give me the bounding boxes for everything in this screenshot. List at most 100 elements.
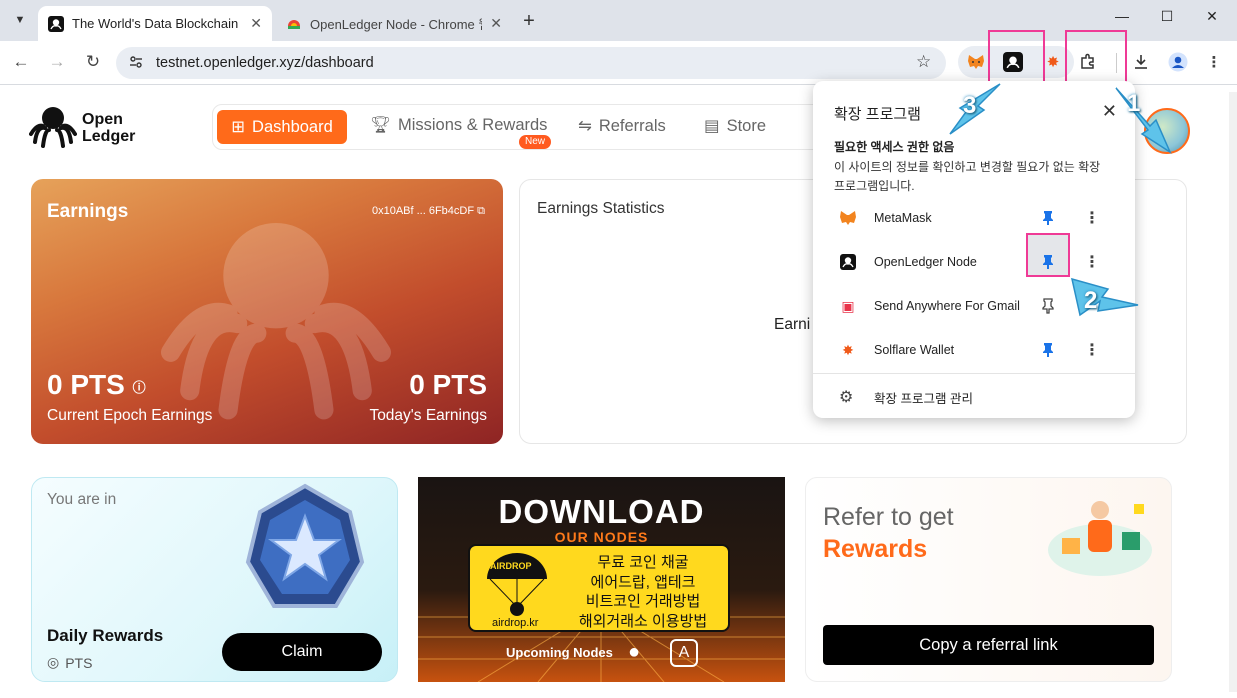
profile-avatar-icon[interactable] [1166,50,1190,74]
pts-coin-icon: ◎ [47,654,60,670]
promo-line: 무료 코인 채굴 [597,554,689,571]
reload-button[interactable]: ↻ [81,52,105,74]
annotation-number-2: 2 [1084,287,1098,314]
airdrop-logo-label: AIRDROP [490,561,532,571]
referral-line2: Rewards [823,535,928,563]
annotation-arrow-2 [1070,277,1139,317]
download-icon[interactable] [1129,50,1153,74]
download-banner[interactable]: DOWNLOAD OUR NODES AIRDROP airdrop.kr 무료… [418,477,785,682]
notice-body: 이 사이트의 정보를 확인하고 변경할 필요가 없는 확장 프로그램입니다. [834,160,1101,193]
logo-line1: Open [82,111,123,128]
openledger-icon [840,254,856,270]
promo-line: 비트코인 거래방법 [585,593,701,610]
minimize-button[interactable]: — [1107,8,1137,32]
promo-line: 해외거래소 이용방법 [578,612,708,630]
openledger-logo-icon[interactable] [29,104,77,153]
nav-referrals-label: Referrals [598,116,666,135]
daily-status-text: You are in [47,491,117,508]
tab-chrome-webstore[interactable]: OpenLedger Node - Chrome 웹 ✕ [276,6,512,41]
pin-icon[interactable] [1039,209,1057,227]
popup-divider [813,373,1135,374]
extension-name: OpenLedger Node [874,255,977,269]
site-info-icon[interactable] [127,54,145,72]
daily-pts-label: PTS [65,654,93,671]
today-label: Today's Earnings [369,407,487,424]
nav-dashboard-label: Dashboard [252,117,333,136]
tab-search-button[interactable]: ▼ [8,8,32,32]
metamask-icon [837,207,859,229]
pin-icon[interactable] [1039,341,1057,359]
logo-wordmark[interactable]: Open Ledger [82,111,135,145]
trophy-icon: 🏆︎ [370,116,391,134]
wallet-address[interactable]: 0x10ABf ... 6Fb4cDF ⧉ [372,205,485,218]
new-tab-button[interactable]: + [517,10,541,33]
daily-pts: ◎ PTS [47,654,92,671]
maximize-button[interactable]: ☐ [1152,8,1182,32]
promo-line: 에어드랍, 앱테크 [590,573,696,591]
popup-title: 확장 프로그램 [834,106,921,123]
chrome-menu-icon[interactable]: ⋮ [1202,50,1226,74]
info-icon[interactable]: ⓘ [133,380,146,395]
annotation-number-1: 1 [1127,90,1141,117]
gift-person-illustration [1048,501,1152,576]
pin-outline-icon[interactable] [1039,297,1057,315]
handshake-icon: ⇋ [578,117,592,135]
logo-line2: Ledger [82,128,136,145]
upcoming-nodes-label: Upcoming Nodes [506,645,613,660]
manage-extensions-label: 확장 프로그램 관리 [874,392,973,406]
pin-icon[interactable] [1039,253,1057,271]
nav-dashboard[interactable]: ⊞ Dashboard [217,110,347,144]
airdrop-site: airdrop.kr [492,617,539,629]
tab-title: The World's Data Blockchain fo [72,16,243,31]
gear-icon: ⚙ [839,389,854,406]
download-subtitle: OUR NODES [554,529,649,545]
page-scrollbar[interactable] [1229,92,1237,692]
tab-openledger-dashboard[interactable]: The World's Data Blockchain fo ✕ [38,6,272,41]
solflare-icon: ✸ [842,341,854,358]
nav-store-label: Store [726,116,767,135]
today-value: 0 PTS [409,369,487,400]
parachute-icon [487,553,547,616]
extension-name: Send Anywhere For Gmail [874,299,1020,313]
app-store-icon: A [670,639,698,667]
download-title: DOWNLOAD [498,493,705,530]
chevron-down-icon: ▼ [14,14,26,26]
extension-row-metamask[interactable]: MetaMask ⋮ [813,196,1135,240]
promo-lines: 무료 코인 채굴 에어드랍, 앱테크 비트코인 거래방법 해외거래소 이용방법 [558,553,728,631]
close-icon[interactable]: ✕ [250,15,262,32]
wallet-address-text: 0x10ABf ... 6Fb4cDF [371,205,475,217]
referral-line1: Refer to get [823,503,954,531]
manage-extensions[interactable]: ⚙ 확장 프로그램 관리 [813,381,1135,411]
current-epoch-label: Current Epoch Earnings [47,407,213,424]
copy-icon[interactable]: ⧉ [477,205,485,217]
close-icon[interactable]: ✕ [490,15,502,32]
earnings-card: Earnings 0x10ABf ... 6Fb4cDF ⧉ 0 PTS ⓘ 0… [31,179,503,444]
more-icon[interactable]: ⋮ [1084,208,1100,228]
stats-title: Earnings Statistics [537,200,665,217]
octopus-favicon-icon [48,15,64,32]
current-epoch-value: 0 PTS ⓘ [47,369,146,401]
webstore-favicon-icon [286,16,302,32]
metamask-extension-icon[interactable] [964,50,988,74]
extension-name: Solflare Wallet [874,343,955,357]
nav-missions-label: Missions & Rewards [397,116,548,134]
apple-icon: ● [628,641,641,663]
current-epoch-value-text: 0 PTS [47,369,125,400]
claim-button[interactable]: Claim [222,633,382,671]
nav-referrals[interactable]: ⇋ Referrals [578,116,666,136]
stats-center-text: Earni [774,316,811,333]
back-button[interactable]: ← [9,52,33,74]
annotation-arrow-1 [1115,87,1172,154]
grid-icon: ⊞ [231,118,246,136]
bookmark-star-icon[interactable]: ☆ [916,52,931,72]
more-icon[interactable]: ⋮ [1084,252,1100,272]
send-anywhere-icon: ▣ [841,297,855,314]
close-window-button[interactable]: ✕ [1197,8,1227,32]
forward-button[interactable]: → [45,52,69,74]
copy-referral-link-button[interactable]: Copy a referral link [823,625,1154,665]
star-medal-icon [245,483,365,608]
annotation-number-3: 3 [963,92,977,119]
nav-missions-rewards[interactable]: 🏆︎ Missions & Rewards [370,116,547,135]
url-text[interactable]: testnet.openledger.xyz/dashboard [156,55,374,71]
nav-store[interactable]: ▤ Store [704,116,766,136]
